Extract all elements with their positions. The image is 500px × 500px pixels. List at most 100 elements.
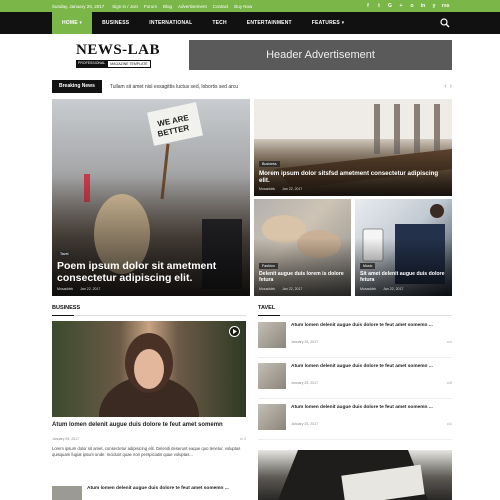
pinterest-icon[interactable]: o [409, 3, 415, 9]
breaking-news-headline[interactable]: Tullam sit amet nisl exsagittis luctus s… [102, 84, 238, 90]
next-arrow-icon[interactable]: › [450, 83, 452, 90]
category-badge[interactable]: Music [360, 263, 376, 270]
post-meta: Mosaddek Jan 22, 2017 [259, 187, 447, 191]
play-icon[interactable] [229, 326, 240, 337]
travel-list-item[interactable]: Atum lomen delenit augue duis dolore te … [258, 361, 452, 399]
post-date: January 25, 2017 [291, 340, 319, 344]
nav-item-features[interactable]: FEATURES ▾ [302, 12, 355, 34]
post-thumbnail[interactable] [258, 363, 286, 389]
post-meta: January 25, 2017 ▭1 [291, 340, 452, 344]
post-title[interactable]: Atum lomen delenit augue duis dolore te … [291, 405, 452, 411]
post-author[interactable]: Mosaddek [360, 287, 376, 291]
post-author[interactable]: Mosaddek [259, 287, 275, 291]
logo-tag-1: PROFESSIONAL [76, 60, 108, 68]
featured-post-fashion[interactable]: Fashion Delenit augue duis lorem is dolo… [254, 199, 351, 296]
google-plus-icon[interactable]: + [398, 3, 404, 9]
post-meta: Mosaddek Jan 22, 2017 [57, 287, 245, 291]
logo-tag-2: MAGAZINE TEMPLATE [107, 60, 151, 68]
post-date: January 25, 2017 [291, 422, 319, 426]
post-date: January 25, 2017 [291, 381, 319, 385]
comment-count-value: 1 [244, 437, 246, 441]
section-title: BUSINESS [52, 305, 81, 311]
post-date: January 25, 2017 [52, 437, 80, 441]
post-thumbnail[interactable] [258, 322, 286, 348]
tile-caption: Tavel Poem ipsum dolor sit ametment cons… [57, 242, 245, 291]
tile-caption: Fashion Delenit augue duis lorem is dolo… [259, 254, 346, 291]
search-icon[interactable] [440, 18, 450, 28]
nav-item-tech[interactable]: TECH [202, 12, 236, 34]
post-author[interactable]: Mosaddek [259, 187, 275, 191]
post-title[interactable]: Delenit augue duis lorem is dolore fetur… [259, 271, 346, 284]
top-bar: Sunday, January 29, 2017 Sign in / Join … [0, 0, 500, 12]
nav-item-label: FEATURES [311, 20, 340, 26]
newspaper-reader-photo [278, 450, 428, 500]
post-title[interactable]: Poem ipsum dolor sit ametment consectetu… [57, 260, 245, 284]
rss-icon[interactable]: rss [442, 3, 450, 9]
post-author[interactable]: Mosaddek [57, 287, 73, 291]
section-heading-travel: TAVEL [258, 305, 452, 316]
heading-underline [258, 315, 280, 316]
logo-name: NEWS-LAB [76, 42, 161, 58]
post-title[interactable]: Sit amet delenit augue duis dolore fetur… [360, 271, 447, 284]
comment-count-value: 1 [450, 422, 452, 426]
post-meta: January 25, 2017 ▭1 [291, 422, 452, 426]
top-link-advertisement[interactable]: Advertisement [178, 4, 207, 9]
nav-item-label: HOME [62, 20, 78, 26]
top-link-forum[interactable]: Forum [144, 4, 157, 9]
top-link-signin[interactable]: Sign in / Join [112, 4, 138, 9]
post-title[interactable]: Atum lomen delenit augue duis dolore te … [87, 486, 229, 500]
post-meta: Mosaddek Jan 22, 2017 [259, 287, 346, 291]
business-list-item[interactable]: Atum lomen delenit augue duis dolore te … [52, 486, 246, 500]
post-title[interactable]: Morem ipsum dolor sitsfsd ametment conse… [259, 170, 447, 184]
post-date: Jan 22, 2017 [383, 287, 404, 291]
post-meta: Mosaddek Jan 22, 2017 [360, 287, 447, 291]
nav-item-business[interactable]: BUSINESS [92, 12, 139, 34]
nav-item-international[interactable]: INTERNATIONAL [139, 12, 202, 34]
nav-item-entertainment[interactable]: ENTERTAINMENT [237, 12, 302, 34]
header-advertisement[interactable]: Header Advertisement [189, 40, 452, 70]
post-title[interactable]: Atum lomen delenit augue duis dolore te … [291, 323, 452, 329]
business-post-title[interactable]: Atum lomen delenit augue duis dolore te … [52, 422, 246, 430]
travel-list-item[interactable]: Atum lomen delenit augue duis dolore te … [258, 320, 452, 358]
section-heading-business: BUSINESS [52, 305, 246, 316]
category-badge[interactable]: Fashion [259, 263, 278, 270]
post-thumbnail[interactable] [52, 486, 82, 500]
business-video-thumbnail[interactable] [52, 321, 246, 417]
prev-arrow-icon[interactable]: ‹ [444, 83, 446, 90]
post-title[interactable]: Atum lomen delenit augue duis dolore te … [291, 364, 452, 370]
comment-count[interactable]: ▭1 [447, 422, 452, 426]
comment-count-value: 1 [450, 340, 452, 344]
category-badge[interactable]: Business [259, 160, 280, 167]
nav-item-home[interactable]: HOME ▾ [52, 12, 93, 34]
twitter-icon[interactable]: t [376, 3, 382, 9]
top-link-contact[interactable]: Contact [213, 4, 229, 9]
featured-post-boardroom[interactable]: Business Morem ipsum dolor sitsfsd ametm… [254, 99, 452, 196]
featured-post-music[interactable]: Music Sit amet delenit augue duis dolore… [355, 199, 452, 296]
comment-count[interactable]: ▭0 [447, 381, 452, 385]
site-logo[interactable]: NEWS-LAB PROFESSIONAL MAGAZINE TEMPLATE [76, 42, 160, 68]
post-date: Jan 22, 2017 [80, 287, 101, 291]
breaking-news-bar: Breaking News Tullam sit amet nisl exsag… [52, 80, 452, 93]
comment-count[interactable]: ▭ 1 [240, 437, 246, 441]
top-link-buy-now[interactable]: Buy Now [234, 4, 252, 9]
current-date: Sunday, January 29, 2017 [52, 3, 105, 9]
heading-underline [52, 315, 74, 316]
business-post-excerpt: Lorem ipsum dolor sit amet, consectetur … [52, 446, 241, 458]
woman-portrait-photo [99, 333, 199, 417]
facebook-icon[interactable]: f [365, 3, 371, 9]
google-icon[interactable]: G [387, 3, 393, 9]
post-thumbnail[interactable] [258, 404, 286, 430]
youtube-icon[interactable]: y [431, 3, 437, 9]
header-ad-label: Header Advertisement [266, 49, 375, 61]
featured-post-large[interactable]: WE ARE BETTER Tavel Poem ipsum dolor sit… [52, 99, 250, 296]
comment-icon: ▭ [239, 437, 244, 441]
travel-list-item[interactable]: Atum lomen delenit augue duis dolore te … [258, 402, 452, 440]
breaking-news-label: Breaking News [52, 80, 102, 93]
category-badge[interactable]: Tavel [57, 250, 72, 257]
post-date: Jan 22, 2017 [282, 187, 303, 191]
travel-featured-thumbnail[interactable] [258, 450, 452, 500]
section-title: TAVEL [258, 305, 276, 311]
comment-count[interactable]: ▭1 [447, 340, 452, 344]
top-link-blog[interactable]: Blog [163, 4, 172, 9]
linkedin-icon[interactable]: in [420, 3, 426, 9]
